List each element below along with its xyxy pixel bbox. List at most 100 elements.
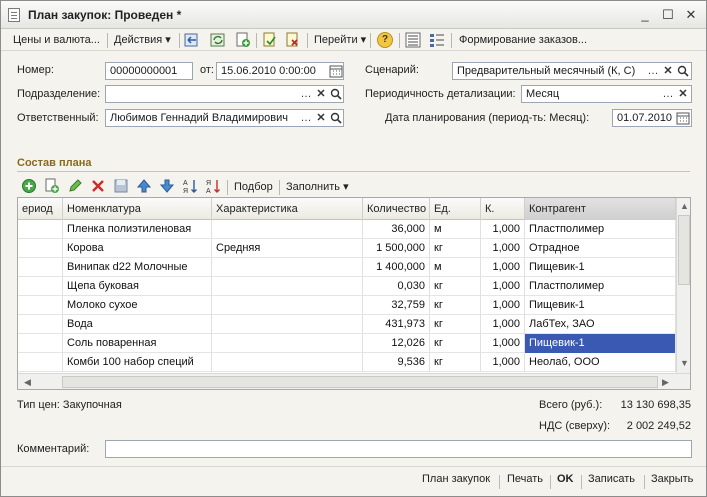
cell-quantity[interactable]: 12,026 <box>363 334 430 353</box>
cell-counterparty[interactable]: Пластполимер <box>525 220 676 239</box>
cell-unit[interactable]: кг <box>430 277 481 296</box>
add-copy-icon[interactable] <box>235 32 251 48</box>
cell-characteristic[interactable] <box>212 334 363 353</box>
cell-unit[interactable]: кг <box>430 296 481 315</box>
cell-counterparty[interactable]: Пищевик-1 <box>525 258 676 277</box>
cell-period[interactable] <box>18 239 63 258</box>
cell-unit[interactable]: кг <box>430 353 481 372</box>
cell-coef[interactable]: 1,000 <box>481 315 525 334</box>
cell-coef[interactable]: 1,000 <box>481 296 525 315</box>
go-back-icon[interactable] <box>184 32 200 48</box>
move-up-icon[interactable] <box>136 178 152 194</box>
ok-button[interactable]: OK <box>557 473 574 485</box>
scenario-open-icon[interactable] <box>676 64 690 78</box>
cell-counterparty[interactable]: Пластполимер <box>525 277 676 296</box>
list-view-icon[interactable] <box>405 32 421 48</box>
cell-nomenclature[interactable]: Молоко сухое <box>63 296 212 315</box>
column-header-counterparty[interactable]: Контрагент <box>525 198 676 220</box>
department-clear-icon[interactable]: ✕ <box>314 87 328 101</box>
cell-characteristic[interactable] <box>212 315 363 334</box>
edit-row-icon[interactable] <box>67 178 83 194</box>
cell-coef[interactable]: 1,000 <box>481 277 525 296</box>
table-row[interactable]: Молоко сухое 32,759 кг 1,000 Пищевик-1 <box>18 296 676 315</box>
cell-quantity[interactable]: 1 400,000 <box>363 258 430 277</box>
sort-ascending-icon[interactable]: AЯ <box>182 178 198 194</box>
cell-unit[interactable]: м <box>430 220 481 239</box>
cell-coef[interactable]: 1,000 <box>481 239 525 258</box>
cell-nomenclature[interactable]: Щепа буковая <box>63 277 212 296</box>
table-row[interactable]: Комби 100 набор специй 9,536 кг 1,000 Неолаб… <box>18 353 676 372</box>
table-row[interactable]: Щепа буковая 0,030 кг 1,000 Пластполимер <box>18 277 676 296</box>
department-select-button[interactable]: … <box>299 87 313 101</box>
move-down-icon[interactable] <box>159 178 175 194</box>
cell-period[interactable] <box>18 353 63 372</box>
period-select-button[interactable]: … <box>661 87 675 101</box>
table-row[interactable]: Винипак d22 Молочные 1 400,000 м 1,000 Пищев… <box>18 258 676 277</box>
column-header-quantity[interactable]: Количество <box>363 198 430 220</box>
scroll-left-icon[interactable]: ◀ <box>20 375 35 389</box>
form-orders-button[interactable]: Формирование заказов... <box>459 32 587 48</box>
purchase-plan-button[interactable]: План закупок <box>422 473 490 485</box>
cell-nomenclature[interactable]: Комби 100 набор специй <box>63 353 212 372</box>
vertical-scrollbar[interactable]: ▲ ▼ <box>676 198 690 373</box>
scenario-clear-icon[interactable]: ✕ <box>661 64 675 78</box>
calendar-icon[interactable] <box>676 111 690 125</box>
cell-unit[interactable]: кг <box>430 239 481 258</box>
cell-coef[interactable]: 1,000 <box>481 258 525 277</box>
cell-counterparty[interactable]: Неолаб, ООО <box>525 353 676 372</box>
table-row[interactable]: Корова Средняя 1 500,000 кг 1,000 Отрадное <box>18 239 676 258</box>
cell-period[interactable] <box>18 296 63 315</box>
cell-quantity[interactable]: 9,536 <box>363 353 430 372</box>
actions-menu[interactable]: Действия ▾ <box>114 32 171 48</box>
responsible-select-button[interactable]: … <box>299 111 313 125</box>
cell-counterparty[interactable]: Пищевик-1 <box>525 334 676 353</box>
cell-nomenclature[interactable]: Винипак d22 Молочные <box>63 258 212 277</box>
cell-nomenclature[interactable]: Корова <box>63 239 212 258</box>
cell-period[interactable] <box>18 334 63 353</box>
column-header-period[interactable]: ериод <box>18 198 63 220</box>
cell-nomenclature[interactable]: Пленка полиэтиленовая <box>63 220 212 239</box>
delete-row-icon[interactable] <box>90 178 106 194</box>
fill-menu[interactable]: Заполнить ▾ <box>286 179 349 195</box>
cell-characteristic[interactable] <box>212 296 363 315</box>
cell-characteristic[interactable] <box>212 353 363 372</box>
cell-counterparty[interactable]: ЛабТех, ЗАО <box>525 315 676 334</box>
end-edit-icon[interactable] <box>113 178 129 194</box>
cell-counterparty[interactable]: Отрадное <box>525 239 676 258</box>
close-window-button[interactable]: ✕ <box>683 7 699 23</box>
maximize-button[interactable]: ☐ <box>660 7 676 23</box>
cell-period[interactable] <box>18 315 63 334</box>
cell-period[interactable] <box>18 220 63 239</box>
post-document-icon[interactable] <box>262 32 278 48</box>
sort-descending-icon[interactable]: ЯA <box>205 178 221 194</box>
column-header-coef[interactable]: К. <box>481 198 525 220</box>
cell-characteristic[interactable] <box>212 258 363 277</box>
number-field[interactable]: 00000000001 <box>105 62 193 80</box>
calendar-icon[interactable] <box>329 64 343 78</box>
cell-coef[interactable]: 1,000 <box>481 334 525 353</box>
date-field[interactable]: 15.06.2010 0:00:00 <box>216 62 344 80</box>
responsible-open-icon[interactable] <box>329 111 343 125</box>
print-button[interactable]: Печать <box>507 473 543 485</box>
horizontal-scroll-thumb[interactable] <box>62 376 658 388</box>
cell-nomenclature[interactable]: Вода <box>63 315 212 334</box>
cell-unit[interactable]: кг <box>430 334 481 353</box>
responsible-clear-icon[interactable]: ✕ <box>314 111 328 125</box>
cell-counterparty[interactable]: Пищевик-1 <box>525 296 676 315</box>
column-header-nomenclature[interactable]: Номенклатура <box>63 198 212 220</box>
scroll-down-icon[interactable]: ▼ <box>677 356 690 371</box>
cell-characteristic[interactable]: Средняя <box>212 239 363 258</box>
refresh-icon[interactable] <box>210 32 226 48</box>
minimize-button[interactable]: _ <box>637 7 653 23</box>
column-header-characteristic[interactable]: Характеристика <box>212 198 363 220</box>
period-clear-icon[interactable]: ✕ <box>676 87 690 101</box>
table-row[interactable]: Пленка полиэтиленовая 36,000 м 1,000 Пластпо… <box>18 220 676 239</box>
unpost-document-icon[interactable] <box>285 32 301 48</box>
scroll-up-icon[interactable]: ▲ <box>677 199 690 214</box>
add-row-icon[interactable] <box>21 178 37 194</box>
cell-period[interactable] <box>18 277 63 296</box>
pick-button[interactable]: Подбор <box>234 179 273 195</box>
save-button[interactable]: Записать <box>588 473 635 485</box>
cell-unit[interactable]: м <box>430 258 481 277</box>
goto-menu[interactable]: Перейти ▾ <box>314 32 366 48</box>
